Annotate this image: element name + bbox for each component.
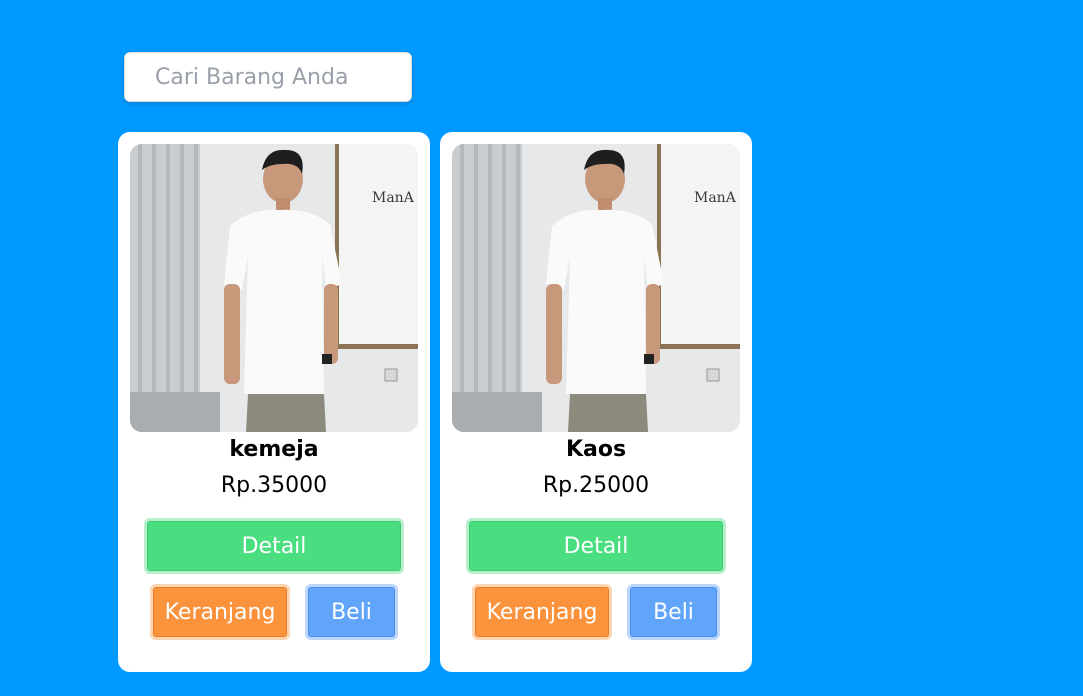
product-name: kemeja: [229, 437, 319, 462]
product-price: Rp.35000: [220, 473, 328, 498]
add-to-cart-button[interactable]: Keranjang: [150, 584, 290, 640]
sign-text: ManA: [694, 190, 737, 206]
search-input[interactable]: [124, 52, 412, 102]
detail-button[interactable]: Detail: [144, 518, 404, 574]
add-to-cart-button[interactable]: Keranjang: [472, 584, 612, 640]
buy-button[interactable]: Beli: [627, 584, 720, 640]
buy-button[interactable]: Beli: [305, 584, 398, 640]
product-image[interactable]: ManA: [452, 144, 740, 432]
product-price: Rp.25000: [542, 473, 650, 498]
product-name: Kaos: [565, 437, 627, 462]
detail-button[interactable]: Detail: [466, 518, 726, 574]
product-page: ManA kemeja Rp.35000 Detail Keranjang Be…: [0, 0, 1083, 696]
product-image[interactable]: ManA: [130, 144, 418, 432]
sign-text: ManA: [372, 190, 415, 206]
product-card: ManA Kaos Rp.25000 Detail Keranjang Beli: [440, 132, 752, 672]
product-card: ManA kemeja Rp.35000 Detail Keranjang Be…: [118, 132, 430, 672]
